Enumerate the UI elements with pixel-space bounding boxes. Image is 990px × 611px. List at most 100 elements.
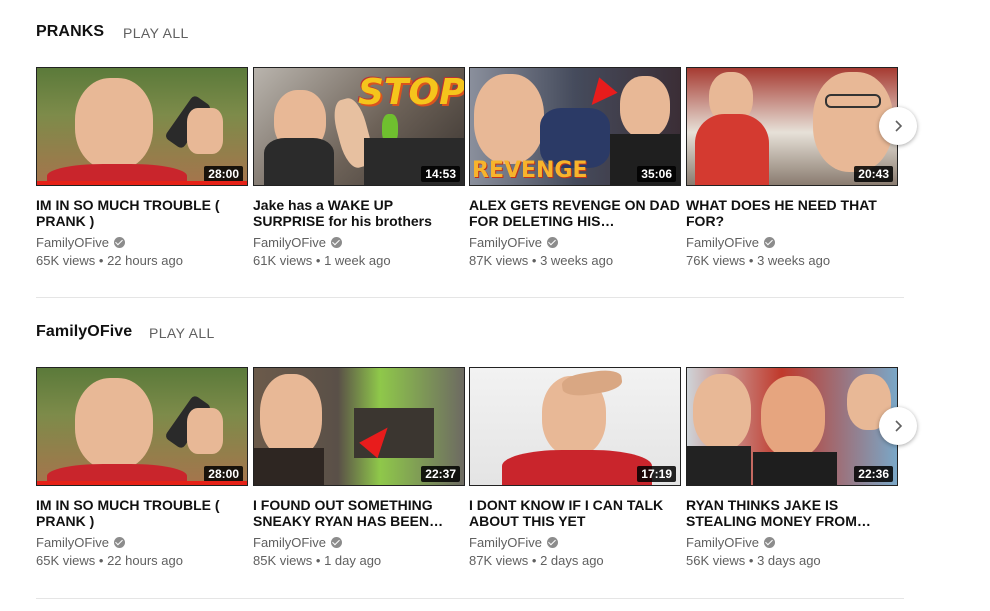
- video-thumbnail[interactable]: 20:43: [686, 67, 898, 186]
- shelf-divider: [36, 598, 904, 599]
- shelf-next-button[interactable]: [879, 107, 917, 145]
- video-title[interactable]: IM IN SO MUCH TROUBLE ( PRANK ): [36, 497, 248, 529]
- channel-name[interactable]: FamilyOFive: [469, 235, 681, 250]
- meta-separator: •: [315, 553, 321, 568]
- verified-check-icon: [113, 237, 125, 248]
- video-duration: 28:00: [204, 166, 243, 182]
- video-meta: 65K views • 22 hours ago: [36, 253, 248, 268]
- channel-label: FamilyOFive: [469, 235, 542, 250]
- channel-label: FamilyOFive: [36, 535, 109, 550]
- verified-check-icon: [113, 537, 125, 548]
- video-title[interactable]: RYAN THINKS JAKE IS STEALING MONEY FROM…: [686, 497, 898, 529]
- video-duration: 22:37: [421, 466, 460, 482]
- video-meta: 61K views • 1 week ago: [253, 253, 465, 268]
- view-count: 65K views: [36, 253, 96, 268]
- video-duration: 22:36: [854, 466, 893, 482]
- video-thumbnail[interactable]: 17:19: [469, 367, 681, 486]
- video-card[interactable]: 28:00 IM IN SO MUCH TROUBLE ( PRANK ) Fa…: [36, 67, 248, 268]
- view-count: 87K views: [469, 253, 529, 268]
- upload-age: 2 days ago: [540, 553, 604, 568]
- verified-check-icon: [546, 237, 558, 248]
- shelf-divider: [36, 297, 904, 298]
- video-duration: 28:00: [204, 466, 243, 482]
- channel-label: FamilyOFive: [469, 535, 542, 550]
- video-card[interactable]: 28:00 IM IN SO MUCH TROUBLE ( PRANK ) Fa…: [36, 367, 248, 568]
- chevron-right-icon: [895, 420, 903, 432]
- video-card[interactable]: STOP! 14:53 Jake has a WAKE UP SURPRISE …: [253, 67, 465, 268]
- verified-check-icon: [763, 237, 775, 248]
- upload-age: 22 hours ago: [107, 253, 183, 268]
- channel-name[interactable]: FamilyOFive: [253, 535, 465, 550]
- shelf-familyofive: FamilyOFive PLAY ALL: [36, 323, 904, 347]
- video-thumbnail[interactable]: 22:37: [253, 367, 465, 486]
- video-card[interactable]: 17:19 I DONT KNOW IF I CAN TALK ABOUT TH…: [469, 367, 681, 568]
- channel-label: FamilyOFive: [686, 535, 759, 550]
- meta-separator: •: [531, 553, 537, 568]
- upload-age: 3 days ago: [757, 553, 821, 568]
- video-duration: 35:06: [637, 166, 676, 182]
- video-thumbnail[interactable]: 28:00: [36, 367, 248, 486]
- video-title[interactable]: I DONT KNOW IF I CAN TALK ABOUT THIS YET: [469, 497, 681, 529]
- shelf-header: PRANKS PLAY ALL: [36, 23, 904, 47]
- video-card[interactable]: 22:36 RYAN THINKS JAKE IS STEALING MONEY…: [686, 367, 898, 568]
- meta-separator: •: [98, 553, 104, 568]
- video-meta: 85K views • 1 day ago: [253, 553, 465, 568]
- thumbnail-overlay-text: REVENGE: [472, 158, 588, 183]
- chevron-right-icon: [895, 120, 903, 132]
- view-count: 65K views: [36, 553, 96, 568]
- channel-name[interactable]: FamilyOFive: [686, 235, 898, 250]
- video-meta: 65K views • 22 hours ago: [36, 553, 248, 568]
- view-count: 85K views: [253, 553, 313, 568]
- channel-name[interactable]: FamilyOFive: [469, 535, 681, 550]
- play-all-button[interactable]: PLAY ALL: [123, 25, 189, 41]
- verified-check-icon: [330, 537, 342, 548]
- channel-label: FamilyOFive: [686, 235, 759, 250]
- video-title[interactable]: ALEX GETS REVENGE ON DAD FOR DELETING HI…: [469, 197, 681, 229]
- view-count: 76K views: [686, 253, 746, 268]
- video-duration: 14:53: [421, 166, 460, 182]
- upload-age: 22 hours ago: [107, 553, 183, 568]
- video-title[interactable]: Jake has a WAKE UP SURPRISE for his brot…: [253, 197, 465, 229]
- video-meta: 76K views • 3 weeks ago: [686, 253, 898, 268]
- shelf-next-button[interactable]: [879, 407, 917, 445]
- video-title[interactable]: I FOUND OUT SOMETHING SNEAKY RYAN HAS BE…: [253, 497, 465, 529]
- verified-check-icon: [763, 537, 775, 548]
- video-meta: 87K views • 2 days ago: [469, 553, 681, 568]
- video-title[interactable]: WHAT DOES HE NEED THAT FOR?: [686, 197, 898, 229]
- video-thumbnail[interactable]: 22:36: [686, 367, 898, 486]
- meta-separator: •: [315, 253, 321, 268]
- video-duration: 20:43: [854, 166, 893, 182]
- play-all-button[interactable]: PLAY ALL: [149, 325, 215, 341]
- meta-separator: •: [748, 253, 754, 268]
- video-meta: 56K views • 3 days ago: [686, 553, 898, 568]
- video-card[interactable]: 22:37 I FOUND OUT SOMETHING SNEAKY RYAN …: [253, 367, 465, 568]
- channel-label: FamilyOFive: [253, 535, 326, 550]
- shelf-title[interactable]: FamilyOFive: [36, 323, 132, 341]
- meta-separator: •: [748, 553, 754, 568]
- upload-age: 1 week ago: [324, 253, 391, 268]
- shelf-title[interactable]: PRANKS: [36, 23, 104, 41]
- meta-separator: •: [98, 253, 104, 268]
- view-count: 61K views: [253, 253, 313, 268]
- video-duration: 17:19: [637, 466, 676, 482]
- verified-check-icon: [330, 237, 342, 248]
- watch-progress-bar: [37, 181, 247, 185]
- video-card[interactable]: 20:43 WHAT DOES HE NEED THAT FOR? Family…: [686, 67, 898, 268]
- shelf-header: FamilyOFive PLAY ALL: [36, 323, 904, 347]
- video-title[interactable]: IM IN SO MUCH TROUBLE ( PRANK ): [36, 197, 248, 229]
- channel-label: FamilyOFive: [253, 235, 326, 250]
- channel-name[interactable]: FamilyOFive: [253, 235, 465, 250]
- thumbnail-overlay-text: STOP!: [358, 72, 465, 113]
- channel-name[interactable]: FamilyOFive: [36, 535, 248, 550]
- video-thumbnail[interactable]: REVENGE 35:06: [469, 67, 681, 186]
- video-row: 28:00 IM IN SO MUCH TROUBLE ( PRANK ) Fa…: [36, 67, 904, 277]
- video-meta: 87K views • 3 weeks ago: [469, 253, 681, 268]
- video-thumbnail[interactable]: STOP! 14:53: [253, 67, 465, 186]
- view-count: 56K views: [686, 553, 746, 568]
- video-thumbnail[interactable]: 28:00: [36, 67, 248, 186]
- video-card[interactable]: REVENGE 35:06 ALEX GETS REVENGE ON DAD F…: [469, 67, 681, 268]
- watch-progress-bar: [37, 481, 247, 485]
- channel-name[interactable]: FamilyOFive: [36, 235, 248, 250]
- channel-name[interactable]: FamilyOFive: [686, 535, 898, 550]
- meta-separator: •: [531, 253, 537, 268]
